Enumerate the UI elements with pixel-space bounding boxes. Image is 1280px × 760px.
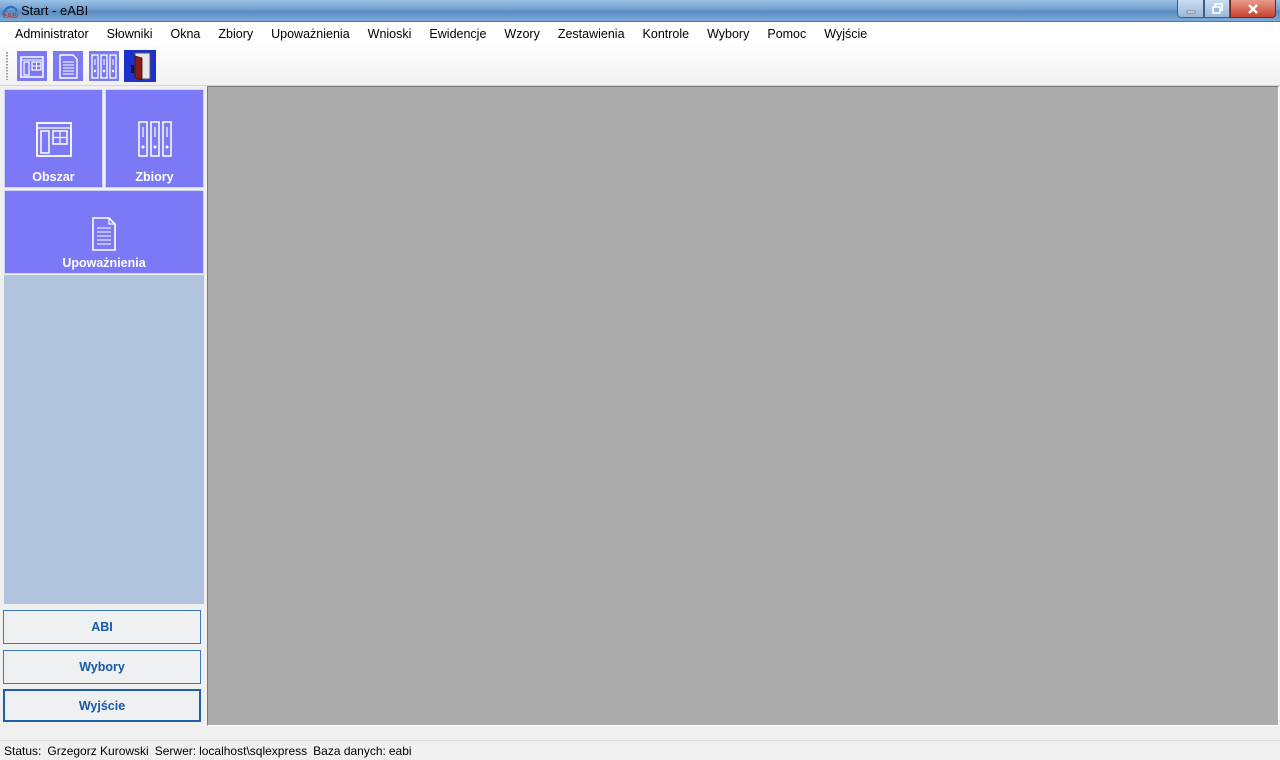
eabi-logo-icon: eABI	[2, 5, 18, 19]
tile-zbiory-label: Zbiory	[135, 170, 174, 184]
minimize-icon	[1186, 10, 1195, 13]
status-server-label: Serwer:	[154, 743, 197, 758]
close-button[interactable]	[1230, 0, 1276, 18]
menu-wzory[interactable]: Wzory	[495, 22, 548, 46]
tile-area-background	[4, 275, 204, 604]
toolbar	[0, 46, 1280, 86]
tile-upowaznienia-label: Upoważnienia	[62, 256, 146, 270]
mdi-workspace[interactable]	[207, 86, 1279, 726]
toolbar-obszar-button[interactable]	[16, 50, 48, 82]
status-user: Grzegorz Kurowski	[47, 743, 149, 758]
menu-zestawienia[interactable]: Zestawienia	[549, 22, 634, 46]
left-panel: Obszar Zbiory Upoważnienia ABI Wybory Wy…	[0, 87, 207, 727]
restore-button[interactable]	[1204, 0, 1230, 18]
restore-icon	[1211, 3, 1223, 14]
menu-pomoc[interactable]: Pomoc	[758, 22, 815, 46]
menu-ewidencje[interactable]: Ewidencje	[420, 22, 495, 46]
nav-button-abi[interactable]: ABI	[3, 610, 201, 644]
nav-button-wybory[interactable]: Wybory	[3, 650, 201, 684]
menu-bar: Administrator Słowniki Okna Zbiory Upowa…	[0, 22, 1280, 46]
minimize-button[interactable]	[1177, 0, 1204, 18]
nav-button-wyjscie[interactable]: Wyjście	[3, 689, 201, 722]
window-controls	[1177, 0, 1276, 18]
document-icon	[92, 217, 116, 251]
menu-wybory[interactable]: Wybory	[698, 22, 758, 46]
menu-administrator[interactable]: Administrator	[6, 22, 98, 46]
toolbar-exit-button[interactable]	[124, 50, 156, 82]
menu-wnioski[interactable]: Wnioski	[359, 22, 421, 46]
window-title: Start - eABI	[21, 3, 89, 18]
exit-door-icon	[124, 50, 156, 82]
menu-wyjscie[interactable]: Wyjście	[815, 22, 876, 46]
status-db: eabi	[388, 743, 412, 758]
toolbar-document-button[interactable]	[52, 50, 84, 82]
status-bar: Status: Grzegorz Kurowski Serwer: localh…	[0, 740, 1280, 760]
title-bar: eABI Start - eABI	[0, 0, 1280, 22]
menu-upowaznienia[interactable]: Upoważnienia	[262, 22, 359, 46]
tile-obszar[interactable]: Obszar	[4, 89, 103, 188]
obszar-icon	[17, 51, 47, 81]
menu-slowniki[interactable]: Słowniki	[98, 22, 162, 46]
menu-okna[interactable]: Okna	[162, 22, 210, 46]
document-icon	[53, 51, 83, 81]
tile-zbiory[interactable]: Zbiory	[105, 89, 204, 188]
svg-text:eABI: eABI	[3, 13, 18, 19]
binders-icon	[89, 51, 119, 81]
tile-upowaznienia[interactable]: Upoważnienia	[4, 190, 204, 274]
tile-obszar-label: Obszar	[32, 170, 75, 184]
toolbar-grip[interactable]	[6, 52, 8, 80]
status-server: localhost\sqlexpress	[199, 743, 308, 758]
menu-kontrole[interactable]: Kontrole	[634, 22, 699, 46]
obszar-icon	[35, 122, 72, 157]
menu-zbiory[interactable]: Zbiory	[209, 22, 262, 46]
status-label: Status:	[4, 743, 42, 758]
close-icon	[1248, 3, 1258, 14]
toolbar-binders-button[interactable]	[88, 50, 120, 82]
binders-icon	[137, 121, 172, 157]
status-db-label: Baza danych:	[313, 743, 386, 758]
